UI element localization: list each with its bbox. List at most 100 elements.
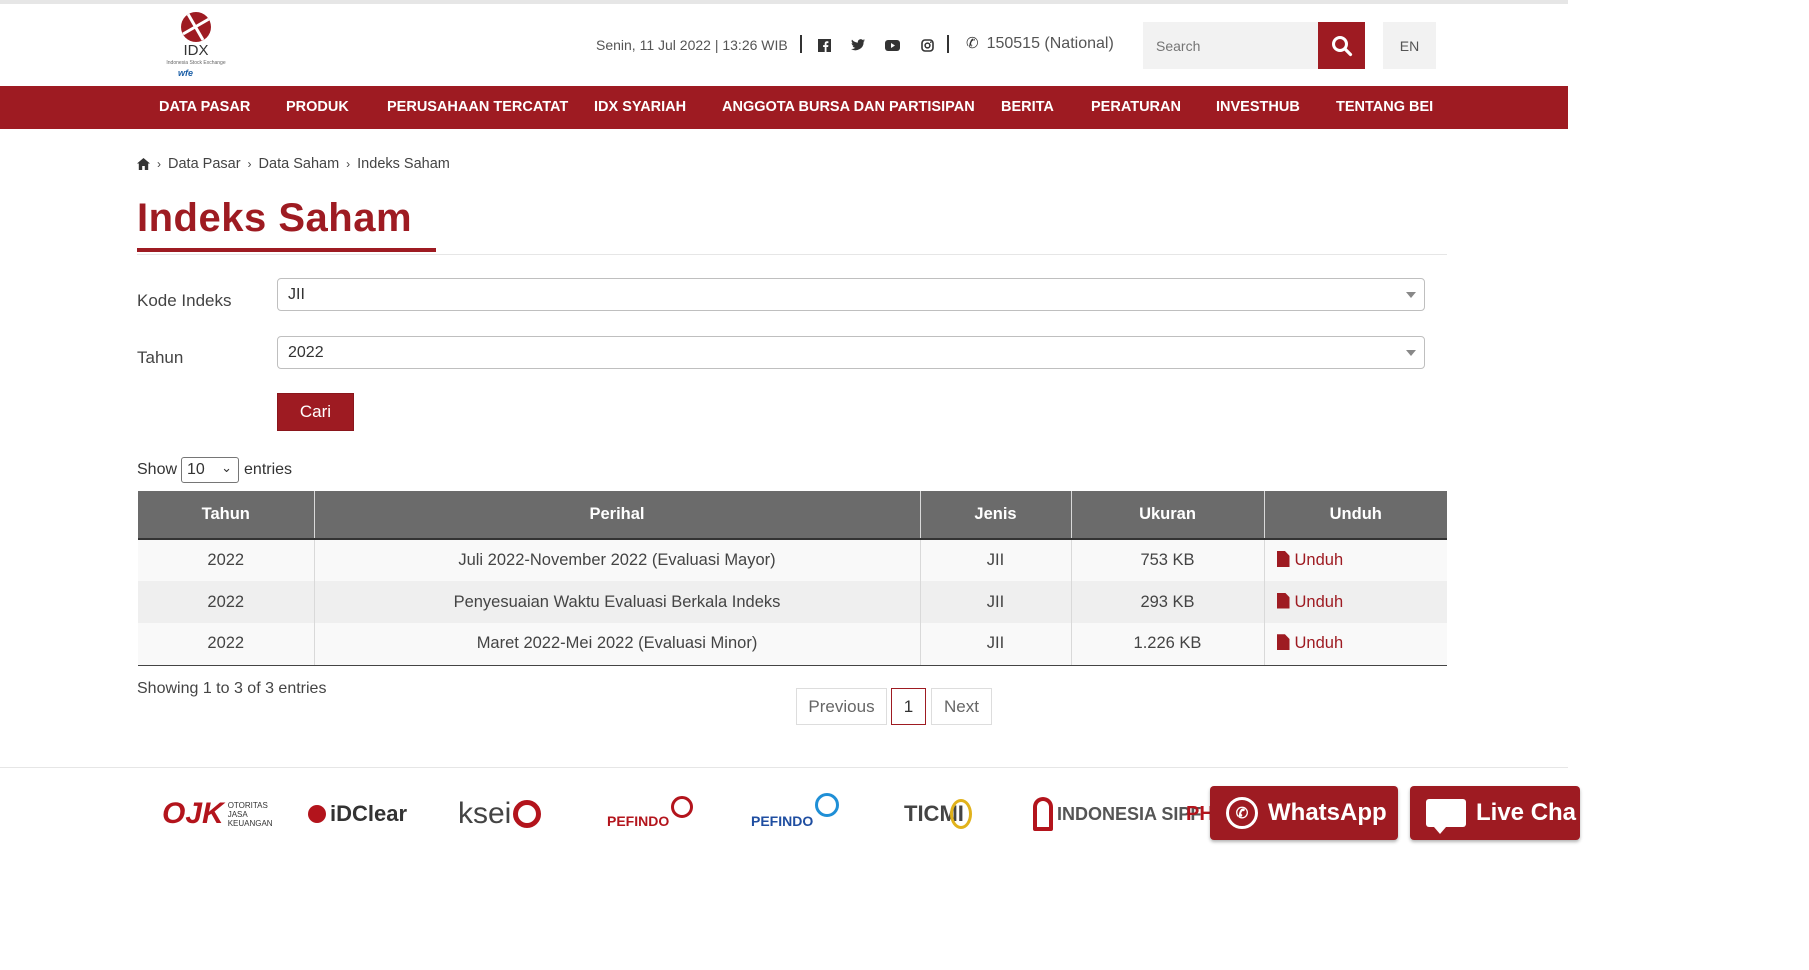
- dropdown-arrow-icon: [1406, 350, 1416, 356]
- whatsapp-label: WhatsApp: [1268, 799, 1387, 826]
- nav-tentang-bei[interactable]: TENTANG BEI: [1336, 99, 1433, 115]
- partner-logo-pefindo-cb[interactable]: PEFINDO: [607, 790, 694, 838]
- file-pdf-icon: [1276, 592, 1290, 609]
- breadcrumb-data-saham[interactable]: Data Saham: [259, 156, 340, 172]
- table-info: Showing 1 to 3 of 3 entries: [137, 680, 327, 697]
- chevron-right-icon: ›: [247, 157, 252, 171]
- col-header-ukuran[interactable]: Ukuran: [1070, 491, 1264, 540]
- site-header: IDX Indonesia Stock Exchange wfe Senin, …: [0, 4, 1568, 86]
- tahun-value: 2022: [288, 344, 324, 361]
- file-pdf-icon: [1276, 551, 1290, 567]
- search-button[interactable]: [1318, 22, 1365, 69]
- partner-logo-sipf[interactable]: INDONESIA SIPF: [1033, 790, 1201, 838]
- cell-tahun: 2022: [138, 539, 314, 581]
- divider: [137, 254, 1447, 255]
- language-switch[interactable]: EN: [1383, 22, 1436, 69]
- cell-perihal: Juli 2022-November 2022 (Evaluasi Mayor): [313, 539, 920, 581]
- nav-data-pasar[interactable]: DATA PASAR: [159, 99, 250, 115]
- pagination-previous[interactable]: Previous: [796, 688, 887, 725]
- cell-perihal: Maret 2022-Mei 2022 (Evaluasi Minor): [313, 623, 920, 666]
- nav-peraturan[interactable]: PERATURAN: [1091, 99, 1181, 115]
- chat-bubble-icon: [1426, 799, 1466, 834]
- instagram-icon[interactable]: [918, 36, 936, 54]
- live-chat-button[interactable]: Live Cha: [1410, 786, 1580, 840]
- twitter-icon[interactable]: [849, 36, 867, 54]
- cell-unduh: Unduh: [1263, 623, 1447, 666]
- live-chat-label: Live Cha: [1476, 799, 1577, 826]
- facebook-icon[interactable]: [815, 36, 833, 54]
- cell-ukuran: 753 KB: [1070, 539, 1264, 581]
- ksei-logo-text: ksei: [458, 797, 512, 830]
- dropdown-arrow-icon: [1406, 292, 1416, 298]
- idx-globe-icon: [181, 12, 211, 42]
- table-row: 2022 Maret 2022-Mei 2022 (Evaluasi Minor…: [138, 623, 1447, 666]
- cell-jenis: JII: [919, 623, 1071, 666]
- idx-logo[interactable]: IDX Indonesia Stock Exchange wfe: [160, 12, 232, 84]
- hotline[interactable]: ✆ 150515 (National): [966, 34, 1114, 53]
- cell-perihal: Penyesuaian Waktu Evaluasi Berkala Indek…: [313, 581, 920, 623]
- phone-icon: ✆: [966, 35, 979, 52]
- logo-subtext: Indonesia Stock Exchange: [166, 60, 226, 66]
- nav-idx-syariah[interactable]: IDX SYARIAH: [594, 99, 686, 115]
- col-header-unduh[interactable]: Unduh: [1263, 491, 1447, 540]
- cell-tahun: 2022: [138, 623, 314, 666]
- cari-button[interactable]: Cari: [277, 393, 354, 431]
- wfe-logo: wfe: [178, 68, 194, 78]
- cell-jenis: JII: [919, 539, 1071, 581]
- title-underline: [137, 248, 436, 252]
- idclear-logo-text: iDClear: [330, 801, 408, 826]
- home-icon[interactable]: [137, 158, 150, 170]
- col-header-jenis[interactable]: Jenis: [919, 491, 1071, 540]
- nav-berita[interactable]: BERITA: [1001, 99, 1054, 115]
- file-pdf-icon: [1276, 634, 1290, 651]
- hotline-number: 150515 (National): [986, 35, 1114, 52]
- partner-logo-ksei[interactable]: ksei: [458, 790, 542, 838]
- pagination-page-1[interactable]: 1: [891, 688, 926, 725]
- tahun-label: Tahun: [137, 348, 184, 367]
- chevron-right-icon: ›: [346, 157, 351, 171]
- kode-indeks-select[interactable]: JII: [277, 278, 1425, 311]
- partner-logo-ticmi[interactable]: TICMI: [904, 790, 972, 838]
- nav-produk[interactable]: PRODUK: [286, 99, 349, 115]
- cell-unduh: Unduh: [1263, 581, 1447, 623]
- download-link[interactable]: Unduh: [1295, 634, 1344, 652]
- logo-text: IDX: [183, 42, 209, 59]
- tahun-select[interactable]: 2022: [277, 336, 1425, 369]
- kode-indeks-value: JII: [288, 286, 305, 303]
- table-header-row: Tahun Perihal Jenis Ukuran Unduh: [138, 491, 1447, 540]
- download-link[interactable]: Unduh: [1295, 593, 1344, 611]
- breadcrumb: › Data Pasar › Data Saham › Indeks Saham: [137, 156, 450, 172]
- search-icon: [1331, 35, 1352, 56]
- col-header-perihal[interactable]: Perihal: [313, 491, 920, 540]
- entries-length-value: 10: [187, 461, 205, 478]
- search-input[interactable]: [1143, 22, 1319, 69]
- chevron-right-icon: ›: [157, 157, 161, 171]
- whatsapp-button[interactable]: ✆ WhatsApp: [1210, 786, 1398, 840]
- chevron-down-icon: ⌄: [221, 460, 233, 475]
- nav-perusahaan-tercatat[interactable]: PERUSAHAAN TERCATAT: [387, 99, 568, 115]
- cell-ukuran: 1.226 KB: [1070, 623, 1264, 666]
- partner-logo-ojk[interactable]: OJK OTORITAS JASA KEUANGAN: [162, 790, 273, 838]
- nav-anggota-bursa[interactable]: ANGGOTA BURSA DAN PARTISIPAN: [722, 99, 975, 115]
- entries-length-control: Show 10 ⌄ entries: [137, 457, 292, 483]
- col-header-tahun[interactable]: Tahun: [138, 491, 314, 540]
- breadcrumb-data-pasar[interactable]: Data Pasar: [168, 156, 241, 172]
- kode-indeks-label: Kode Indeks: [137, 291, 232, 310]
- entries-length-select[interactable]: 10 ⌄: [181, 457, 240, 483]
- main-nav: DATA PASAR PRODUK PERUSAHAAN TERCATAT ID…: [0, 86, 1568, 129]
- pagination-next[interactable]: Next: [931, 688, 992, 725]
- nav-investhub[interactable]: INVESTHUB: [1216, 99, 1300, 115]
- pefindo-logo-text: PEFINDO: [607, 813, 670, 829]
- entries-label: entries: [244, 461, 293, 478]
- cell-tahun: 2022: [138, 581, 314, 623]
- show-label: Show: [137, 461, 178, 478]
- youtube-icon[interactable]: [883, 36, 901, 54]
- download-link[interactable]: Unduh: [1295, 551, 1344, 569]
- divider: [800, 35, 802, 53]
- indeks-table: Tahun Perihal Jenis Ukuran Unduh 2022 Ju…: [138, 491, 1447, 666]
- table-row: 2022 Penyesuaian Waktu Evaluasi Berkala …: [138, 581, 1447, 623]
- partner-logo-idclear[interactable]: iDClear: [308, 790, 407, 838]
- ojk-logo-text: OJK: [162, 797, 224, 830]
- table-row: 2022 Juli 2022-November 2022 (Evaluasi M…: [138, 539, 1447, 581]
- partner-logo-pefindo-cra[interactable]: PEFINDO: [751, 790, 840, 838]
